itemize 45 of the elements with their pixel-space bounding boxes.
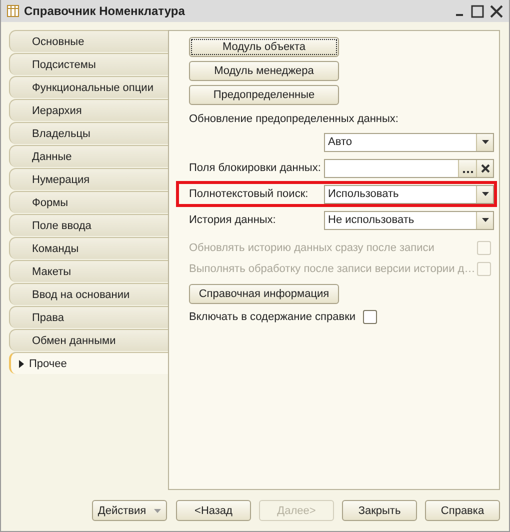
tab[interactable]: Владельцы bbox=[9, 122, 168, 144]
caret-icon[interactable] bbox=[482, 218, 488, 222]
close-icon[interactable] bbox=[490, 4, 503, 18]
caret-icon[interactable] bbox=[482, 140, 488, 144]
tab[interactable]: Подсистемы bbox=[9, 53, 168, 75]
clear-icon[interactable] bbox=[480, 164, 490, 172]
tab[interactable]: Иерархия bbox=[9, 99, 168, 121]
field-label: История данных: bbox=[189, 213, 276, 227]
tab[interactable]: Основные bbox=[9, 30, 168, 52]
input-field[interactable] bbox=[324, 158, 494, 178]
caret-icon[interactable] bbox=[482, 192, 488, 196]
window-title: Справочник Номенклатура bbox=[24, 4, 186, 18]
button[interactable]: Модуль менеджера bbox=[189, 61, 339, 81]
tab[interactable]: Ввод на основании bbox=[9, 283, 168, 305]
button[interactable]: Действия bbox=[92, 500, 167, 521]
button[interactable]: Закрыть bbox=[342, 500, 417, 521]
button[interactable]: Справочная информация bbox=[189, 284, 339, 304]
checkbox-label: Выполнять обработку после записи версии истории д… bbox=[189, 262, 476, 274]
field-label: Полнотекстовый поиск: bbox=[189, 187, 308, 201]
more-icon[interactable] bbox=[462, 170, 472, 174]
checkbox-label: Включать в содержание справки bbox=[189, 310, 356, 322]
tab[interactable]: Поле ввода bbox=[9, 214, 168, 236]
field-label: Поля блокировки данных: bbox=[189, 161, 321, 175]
tab[interactable]: Формы bbox=[9, 191, 168, 213]
maximize-icon[interactable] bbox=[471, 4, 484, 18]
pointer-icon bbox=[19, 360, 24, 368]
field-label: Обновление предопределенных данных: bbox=[188, 112, 400, 127]
table-icon bbox=[7, 5, 19, 17]
button[interactable]: Модуль объекта bbox=[189, 37, 339, 57]
checkbox-label: Обновлять историю данных сразу после записи bbox=[189, 242, 436, 254]
tab[interactable]: Макеты bbox=[9, 260, 168, 282]
tab[interactable]: Функциональные опции bbox=[9, 76, 168, 98]
tab[interactable]: Нумерация bbox=[9, 168, 168, 190]
dropdown-field[interactable]: Авто bbox=[324, 132, 494, 152]
tab[interactable]: Обмен данными bbox=[9, 329, 168, 351]
tab[interactable]: Права bbox=[9, 306, 168, 328]
checkbox[interactable] bbox=[362, 310, 377, 324]
button[interactable]: Предопределенные bbox=[189, 85, 339, 105]
tab[interactable]: Прочее bbox=[9, 352, 168, 374]
button[interactable]: <Назад bbox=[176, 500, 251, 521]
tab[interactable]: Данные bbox=[9, 145, 168, 167]
dropdown-field[interactable]: Использовать bbox=[324, 184, 494, 204]
dropdown-field[interactable]: Не использовать bbox=[324, 210, 494, 230]
tab[interactable]: Команды bbox=[9, 237, 168, 259]
button[interactable]: Справка bbox=[425, 500, 500, 521]
